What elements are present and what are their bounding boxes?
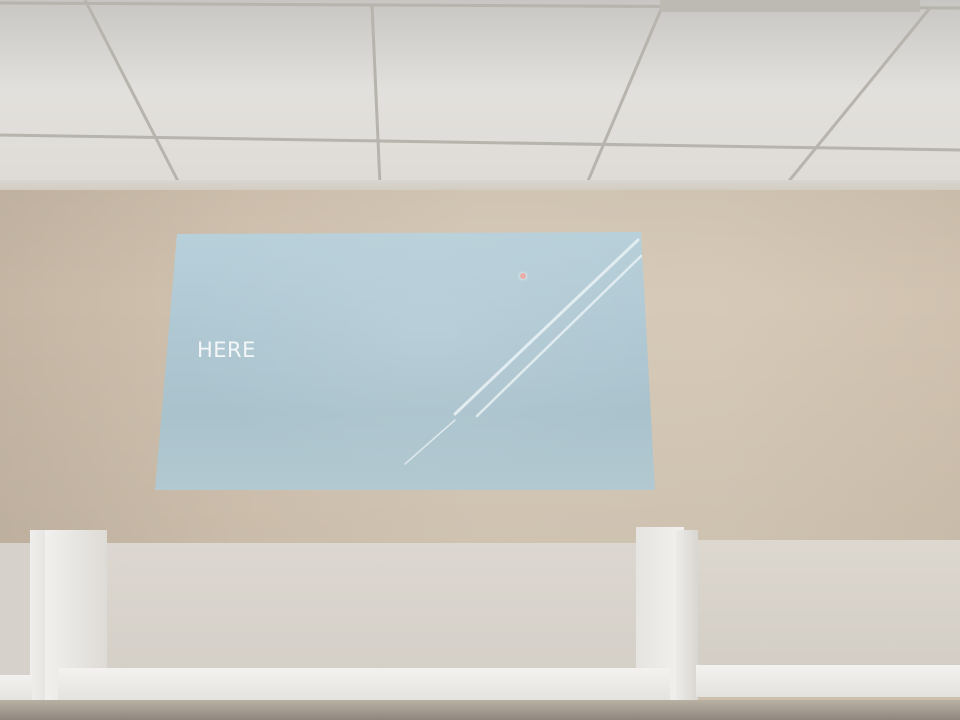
shelf-side-panel [676, 530, 698, 720]
bookshelf [0, 525, 960, 720]
classroom-scene: HERE [0, 0, 960, 720]
laser-dot [520, 273, 526, 279]
shelf-board [696, 665, 960, 697]
shelf-board [58, 668, 670, 702]
ceiling-grid [0, 0, 960, 193]
projected-slide: HERE [155, 232, 655, 490]
slide-heading: HERE [197, 338, 256, 362]
ceiling [0, 0, 960, 200]
light-streaks [404, 238, 643, 465]
shelf-shadow [0, 700, 960, 720]
shelf-board [0, 675, 32, 703]
